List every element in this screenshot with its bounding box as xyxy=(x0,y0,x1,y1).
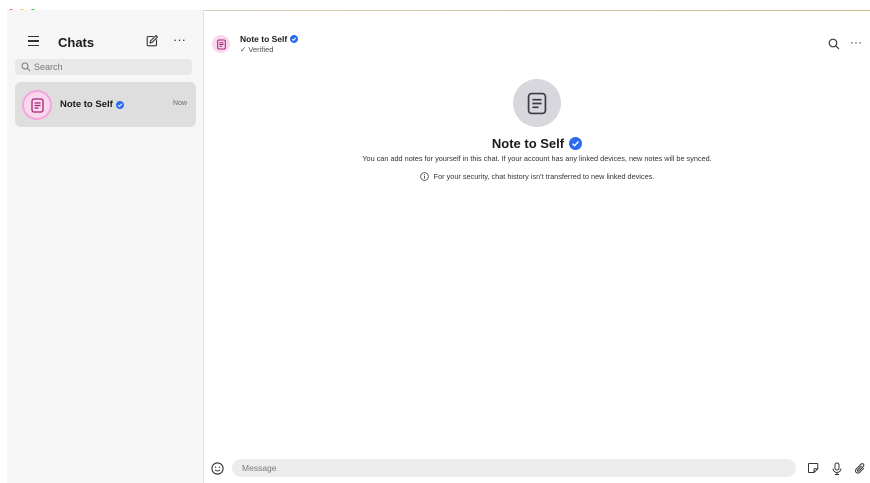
conversation-header: Note to Self ✓ Verified ··· xyxy=(204,32,870,56)
search-input[interactable] xyxy=(34,62,184,72)
security-note-text: For your security, chat history isn't tr… xyxy=(433,172,655,181)
verified-badge-icon xyxy=(290,35,299,43)
more-icon[interactable]: ··· xyxy=(173,32,186,47)
chat-list-item[interactable]: Note to Self Now xyxy=(15,82,196,127)
more-icon[interactable]: ··· xyxy=(850,35,862,49)
intro-block: Note to Self You can add notes for yours… xyxy=(204,79,870,181)
sidebar-header: Chats ··· xyxy=(7,32,203,52)
top-accent-line xyxy=(204,10,870,11)
verified-badge-icon xyxy=(569,137,583,150)
conversation-panel: Note to Self ✓ Verified ··· Note to Self… xyxy=(204,10,870,483)
conversation-title[interactable]: Note to Self xyxy=(240,34,299,44)
note-icon xyxy=(527,92,547,114)
emoji-icon[interactable] xyxy=(211,462,224,475)
composer xyxy=(204,457,870,483)
compose-icon[interactable] xyxy=(145,34,159,48)
note-icon xyxy=(216,38,226,50)
message-field[interactable] xyxy=(232,459,796,477)
message-input[interactable] xyxy=(242,463,762,473)
chat-time: Now xyxy=(172,100,187,107)
search-bar[interactable] xyxy=(15,59,192,75)
search-icon[interactable] xyxy=(828,38,840,50)
avatar xyxy=(24,92,50,118)
header-avatar[interactable] xyxy=(212,35,230,53)
intro-title: Note to Self xyxy=(204,136,870,151)
hamburger-icon[interactable] xyxy=(28,36,39,47)
mic-icon[interactable] xyxy=(831,462,843,475)
conversation-name: Note to Self xyxy=(240,34,288,44)
chat-name-label: Note to Self xyxy=(60,99,113,110)
large-avatar xyxy=(513,79,561,127)
attachment-icon[interactable] xyxy=(854,462,866,475)
note-icon xyxy=(30,97,44,113)
info-icon xyxy=(419,172,429,181)
sidebar: Chats ··· Note to Self xyxy=(7,10,204,483)
sticker-icon[interactable] xyxy=(807,462,819,474)
app-window: Chats ··· Note to Self xyxy=(7,9,870,483)
security-note: For your security, chat history isn't tr… xyxy=(204,172,870,181)
intro-description: You can add notes for yourself in this c… xyxy=(362,154,712,163)
chat-name: Note to Self xyxy=(60,99,124,110)
search-icon xyxy=(21,62,31,72)
verified-status: ✓ Verified xyxy=(240,45,274,54)
verified-badge-icon xyxy=(115,100,124,109)
chats-title: Chats xyxy=(58,35,95,50)
intro-title-label: Note to Self xyxy=(491,136,565,151)
